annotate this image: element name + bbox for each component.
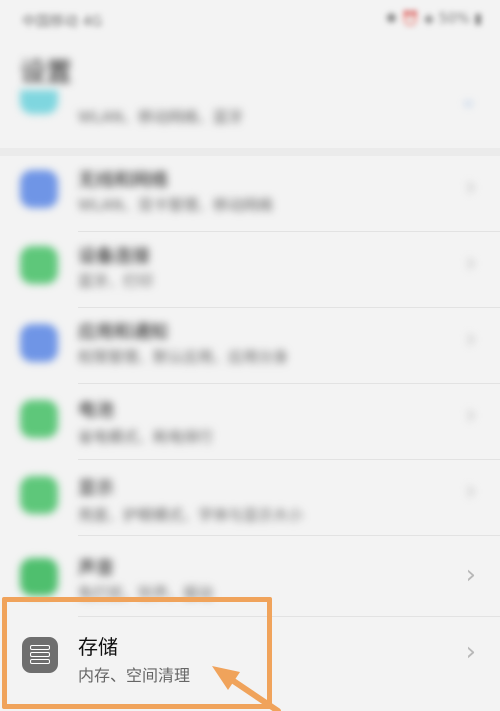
arrow-annotation-icon: [212, 666, 281, 711]
